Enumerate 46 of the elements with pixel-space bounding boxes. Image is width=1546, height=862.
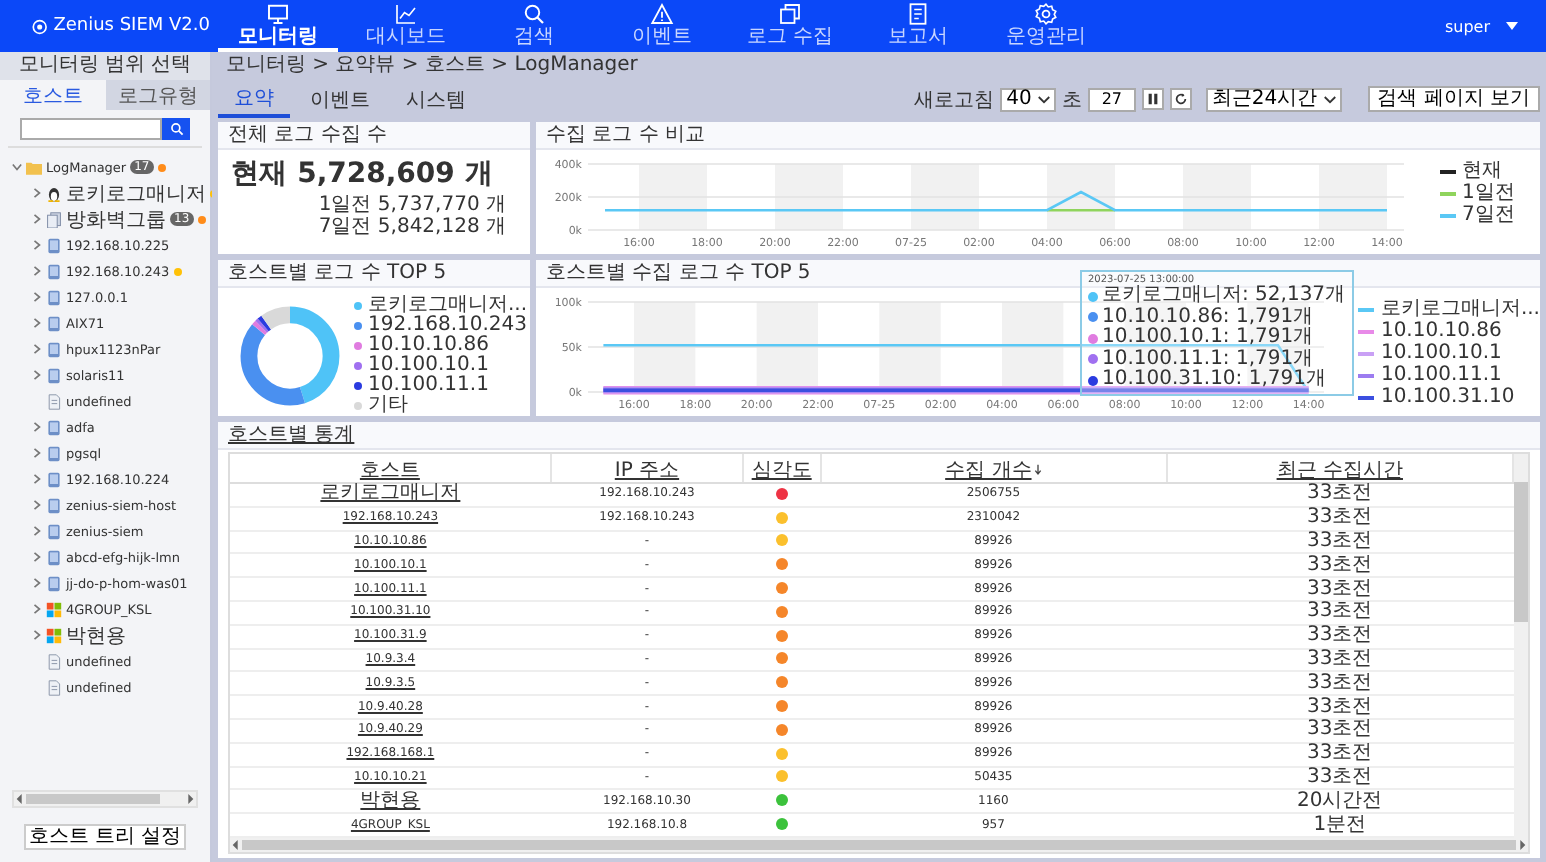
table-cell: 33초전 [1307, 484, 1373, 505]
table-cell: 33초전 [1307, 531, 1373, 552]
table-cell: 1분전 [1313, 815, 1367, 836]
legend-label: 현재 [1462, 162, 1502, 182]
legend-label: 10.10.10.86 [1380, 322, 1502, 342]
tooltip-value: 10.100.31.10: 1,791개 [1102, 370, 1326, 391]
legend-label: 7일전 [1462, 206, 1515, 226]
unit-label: 초 [1061, 87, 1082, 113]
legend-label: 10.100.11.1 [1380, 366, 1502, 386]
current-count: 현재 5,728,609 개 [231, 156, 493, 192]
table-cell: 33초전 [1307, 744, 1373, 765]
tooltip-value: 10.10.10.86: 1,791개 [1102, 307, 1314, 328]
table-cell: 33초전 [1307, 697, 1373, 718]
table-cell: 33초전 [1307, 579, 1373, 600]
legend-label: 기타 [368, 396, 408, 416]
tooltip-value: 10.100.10.1: 1,791개 [1102, 328, 1314, 349]
table-cell: 33초전 [1307, 720, 1373, 741]
table-cell: 33초전 [1307, 626, 1373, 647]
legend-label: 10.100.11.1 [368, 376, 489, 396]
panel-title: 전체 로그 수집 수 [218, 122, 530, 150]
legend-label: 10.100.31.10 [1380, 388, 1515, 408]
legend-label: 192.168.10.243 [368, 316, 528, 336]
tooltip-value: 10.100.11.1: 1,791개 [1102, 349, 1314, 370]
breadcrumb: 모니터링 > 요약뷰 > 호스트 > LogManager [224, 52, 640, 80]
table-cell: 33초전 [1307, 602, 1373, 623]
table-cell: 33초전 [1307, 649, 1373, 670]
legend-label: 로키로그매니저... [1380, 300, 1540, 320]
refresh-label: 새로고침 [914, 87, 995, 113]
legend-label: 1일전 [1462, 184, 1515, 204]
legend-label: 10.100.10.1 [368, 356, 489, 376]
table-cell: 33초전 [1307, 508, 1373, 529]
legend-label: 로키로그매니저... [368, 296, 528, 316]
app-title: Zenius SIEM V2.0 [53, 16, 210, 36]
previous-count: 7일전 5,842,128 개 [318, 216, 506, 238]
panel-title: 호스트별 통계 [218, 422, 1540, 450]
tooltip-value: 로키로그매니저: 52,137개 [1102, 286, 1346, 307]
table-cell: 33초전 [1307, 767, 1373, 788]
panel-title: 수집 로그 수 비교 [536, 122, 1540, 150]
previous-count: 1일전 5,737,770 개 [318, 194, 506, 216]
sidebar-title: 모니터링 범위 선택 [0, 52, 210, 80]
table-cell: 33초전 [1307, 555, 1373, 576]
table-cell: 20시간전 [1297, 791, 1383, 812]
panel-title: 호스트별 로그 수 TOP 5 [218, 260, 530, 288]
legend-label: 10.10.10.86 [368, 336, 489, 356]
table-cell: 33초전 [1307, 673, 1373, 694]
legend-label: 10.100.10.1 [1380, 344, 1502, 364]
